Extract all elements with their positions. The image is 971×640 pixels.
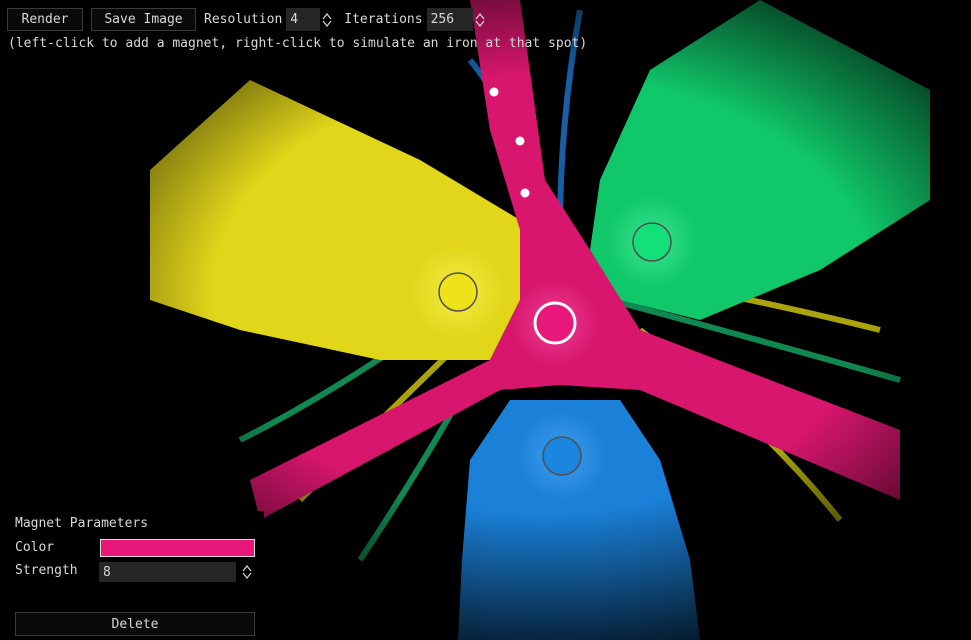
magnet[interactable]: [542, 436, 582, 476]
strength-label: Strength: [15, 563, 78, 578]
iterations-stepper[interactable]: [475, 8, 487, 31]
magnet-parameters-panel: Magnet Parameters Color Strength 8 Delet…: [8, 511, 264, 640]
magnet[interactable]: [438, 272, 478, 312]
iron-path-dot: [515, 136, 525, 146]
iterations-input[interactable]: 256: [426, 8, 473, 31]
color-label: Color: [15, 540, 55, 555]
strength-stepper[interactable]: [242, 562, 254, 582]
chevron-up-icon[interactable]: [475, 12, 485, 20]
iron-path-dot: [489, 87, 499, 97]
resolution-label: Resolution: [204, 12, 283, 27]
iron-path-dot: [520, 188, 530, 198]
chevron-down-icon[interactable]: [242, 572, 252, 580]
chevron-up-icon[interactable]: [322, 12, 332, 20]
usage-hint: (left-click to add a magnet, right-click…: [8, 36, 588, 51]
resolution-stepper[interactable]: [322, 8, 334, 31]
panel-title: Magnet Parameters: [15, 516, 149, 531]
magnet[interactable]: [632, 222, 672, 262]
strength-input[interactable]: 8: [99, 562, 236, 582]
chevron-up-icon[interactable]: [242, 564, 252, 572]
iterations-label: Iterations: [344, 12, 423, 27]
render-button[interactable]: Render: [7, 8, 83, 31]
resolution-input[interactable]: 4: [286, 8, 321, 31]
save-image-button[interactable]: Save Image: [91, 8, 196, 31]
chevron-down-icon[interactable]: [475, 20, 485, 28]
color-swatch[interactable]: [100, 539, 255, 557]
toolbar: Render Save Image Resolution 4 Iteration…: [7, 7, 487, 32]
delete-button[interactable]: Delete: [15, 612, 255, 636]
magnet-selected[interactable]: [533, 301, 577, 345]
chevron-down-icon[interactable]: [322, 20, 332, 28]
